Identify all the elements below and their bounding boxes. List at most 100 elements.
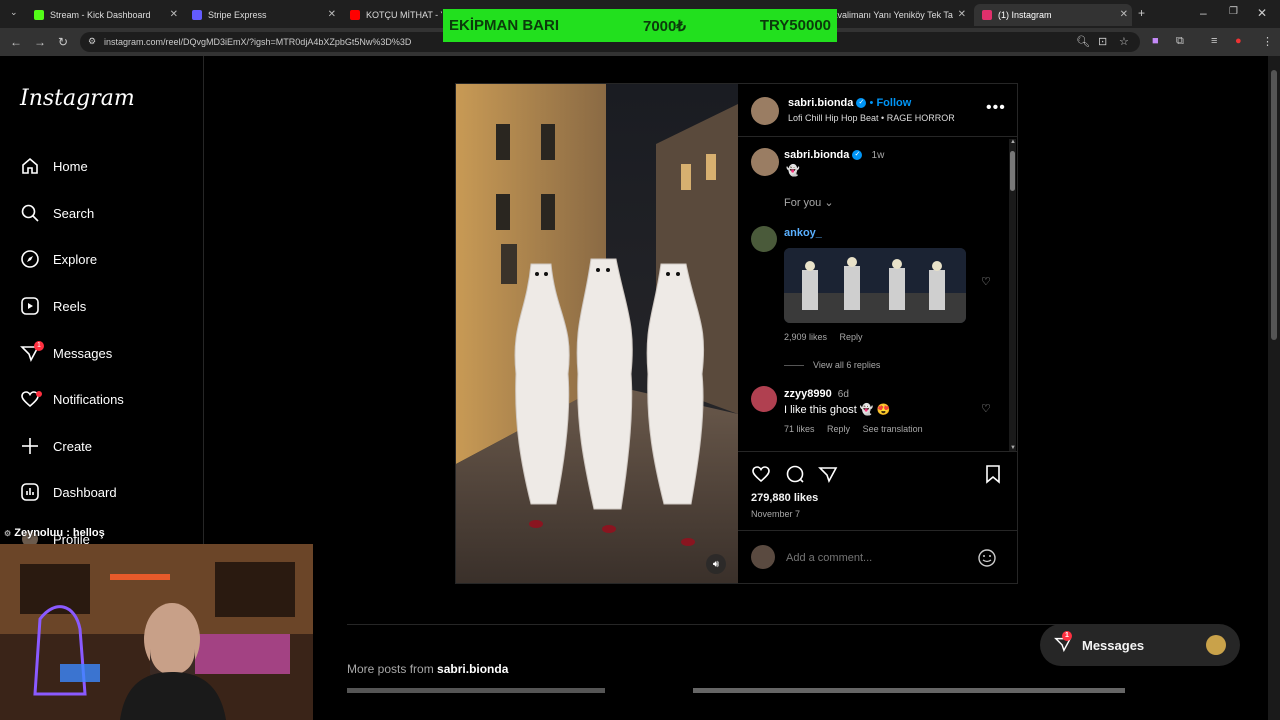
- likes-count[interactable]: 279,880 likes: [751, 492, 818, 504]
- close-icon[interactable]: ✕: [170, 9, 178, 20]
- more-posts-prefix: More posts from: [347, 662, 434, 676]
- share-icon[interactable]: [818, 464, 838, 489]
- site-info-icon[interactable]: ⚙: [88, 36, 96, 47]
- comment-likes[interactable]: 71 likes: [784, 424, 815, 434]
- for-you-dropdown[interactable]: For you ⌄: [784, 196, 834, 209]
- extension-icon[interactable]: ■: [1152, 35, 1159, 47]
- avatar[interactable]: [751, 386, 777, 412]
- chat-text: : helloş: [66, 527, 105, 539]
- sidebar-item-messages[interactable]: 1 Messages: [20, 338, 112, 368]
- restore-icon[interactable]: ❐: [1229, 6, 1238, 17]
- page-scrollbar[interactable]: [1268, 56, 1280, 720]
- avatar[interactable]: [751, 148, 779, 176]
- url-text: instagram.com/reel/DQvgMD3iEmX/?igsh=MTR…: [104, 37, 412, 47]
- scroll-thumb[interactable]: [1010, 151, 1015, 191]
- post-thumbnail[interactable]: [693, 688, 1125, 693]
- comment-gif[interactable]: [784, 248, 966, 323]
- more-options-icon[interactable]: •••: [986, 99, 1006, 117]
- sidebar-item-home[interactable]: Home: [20, 151, 88, 181]
- reply-button[interactable]: Reply: [827, 424, 850, 434]
- scroll-up-icon[interactable]: ▲: [1010, 139, 1016, 145]
- tab-youtube[interactable]: KOTÇU MİTHAT - You: [342, 4, 442, 26]
- tab-list-icon[interactable]: ⌄: [10, 7, 18, 18]
- minimize-icon[interactable]: –: [1200, 6, 1207, 20]
- avatar[interactable]: [751, 226, 777, 252]
- comment-header: zzyy8990 6d: [784, 388, 849, 400]
- tab-havalimani[interactable]: Havalimanı Yanı Yeniköy Tek Ta ✕: [818, 4, 970, 26]
- close-icon[interactable]: ✕: [328, 9, 336, 20]
- reels-icon: [20, 296, 40, 316]
- donation-goal-overlay: EKİPMAN BARI 7000₺ TRY50000: [443, 9, 837, 42]
- profile-avatar-icon[interactable]: ●: [1235, 35, 1242, 47]
- post-date: November 7: [751, 509, 801, 519]
- see-translation-button[interactable]: See translation: [863, 424, 923, 434]
- chevron-down-icon: ⌄: [824, 197, 834, 209]
- scroll-thumb[interactable]: [1271, 70, 1277, 340]
- sidebar-item-create[interactable]: Create: [20, 431, 92, 461]
- tab-kick[interactable]: Stream - Kick Dashboard ✕: [26, 4, 182, 26]
- chat-message: ⚙ Zeynoluu : helloş: [4, 527, 105, 539]
- reload-icon[interactable]: ↻: [58, 35, 68, 49]
- forward-icon[interactable]: →: [34, 35, 46, 49]
- overlay-goal: TRY50000: [759, 17, 831, 34]
- view-replies-button[interactable]: View all 6 replies: [813, 360, 880, 370]
- follow-button[interactable]: Follow: [876, 97, 911, 109]
- sidebar-item-reels[interactable]: Reels: [20, 291, 86, 321]
- author-name[interactable]: sabri.bionda: [788, 97, 853, 109]
- divider: [347, 624, 1125, 625]
- overlay-label: EKİPMAN BARI: [449, 17, 560, 34]
- divider: [784, 365, 804, 366]
- menu-icon[interactable]: ⋮: [1262, 35, 1273, 48]
- separator: •: [869, 97, 874, 109]
- verified-icon: ✓: [856, 98, 867, 109]
- sidebar-item-label: Dashboard: [53, 484, 117, 500]
- overlay-amount: 7000₺: [643, 17, 686, 35]
- messenger-icon: 1: [20, 341, 44, 363]
- comment-author[interactable]: ankoy_: [784, 227, 822, 239]
- puzzle-icon[interactable]: ⧉: [1176, 35, 1184, 48]
- comments-scrollbar[interactable]: ▲ ▼: [1009, 139, 1016, 451]
- caption-time: 1w: [871, 150, 885, 161]
- media-icon[interactable]: ≡: [1211, 35, 1217, 47]
- sidebar-item-label: Search: [53, 205, 95, 221]
- bookmark-icon[interactable]: [984, 464, 1002, 489]
- tab-title: Havalimanı Yanı Yeniköy Tek Ta: [826, 10, 953, 20]
- comment-icon[interactable]: [785, 464, 805, 489]
- zoom-icon[interactable]: 🔍︎: [1076, 35, 1090, 48]
- comment-likes[interactable]: 2,909 likes: [784, 332, 827, 342]
- close-icon[interactable]: ✕: [1120, 9, 1128, 20]
- comment-author[interactable]: zzyy8990: [784, 388, 832, 400]
- scroll-down-icon[interactable]: ▼: [1010, 445, 1016, 451]
- emoji-icon[interactable]: [977, 548, 997, 573]
- new-tab-icon[interactable]: +: [1138, 6, 1145, 20]
- audio-label[interactable]: Lofi Chill Hip Hop Beat • RAGE HORROR: [788, 113, 955, 123]
- caption-row: sabri.bionda ✓ 1w: [784, 149, 884, 161]
- install-icon[interactable]: ⊡: [1098, 35, 1107, 48]
- back-icon[interactable]: ←: [10, 35, 22, 49]
- sidebar-item-search[interactable]: Search: [20, 198, 94, 228]
- comment-input[interactable]: [786, 550, 966, 566]
- reply-button[interactable]: Reply: [840, 332, 863, 342]
- sidebar-item-notifications[interactable]: Notifications: [20, 384, 124, 414]
- bookmark-star-icon[interactable]: ☆: [1119, 35, 1129, 48]
- more-posts-heading: More posts from sabri.bionda: [347, 662, 508, 676]
- sidebar-item-dashboard[interactable]: Dashboard: [20, 477, 117, 507]
- tab-stripe[interactable]: Stripe Express ✕: [184, 4, 340, 26]
- comment-like-icon[interactable]: ♡: [981, 275, 991, 288]
- close-icon[interactable]: ✕: [958, 9, 966, 20]
- tab-instagram[interactable]: (1) Instagram ✕: [974, 4, 1132, 26]
- comment-like-icon[interactable]: ♡: [981, 402, 991, 415]
- dashboard-icon: [20, 482, 40, 502]
- stripe-icon: [192, 10, 202, 20]
- post-thumbnail[interactable]: [347, 688, 605, 693]
- home-icon: [20, 156, 40, 176]
- caption-author[interactable]: sabri.bionda: [784, 149, 849, 161]
- messages-button[interactable]: 1 Messages: [1040, 624, 1240, 666]
- sidebar-item-explore[interactable]: Explore: [20, 244, 97, 274]
- more-posts-user[interactable]: sabri.bionda: [437, 662, 508, 676]
- comment-time: 6d: [837, 389, 849, 400]
- window-close-icon[interactable]: ✕: [1257, 6, 1267, 20]
- avatar[interactable]: [751, 97, 779, 125]
- instagram-logo[interactable]: Instagram: [20, 86, 135, 111]
- like-icon[interactable]: [751, 464, 771, 489]
